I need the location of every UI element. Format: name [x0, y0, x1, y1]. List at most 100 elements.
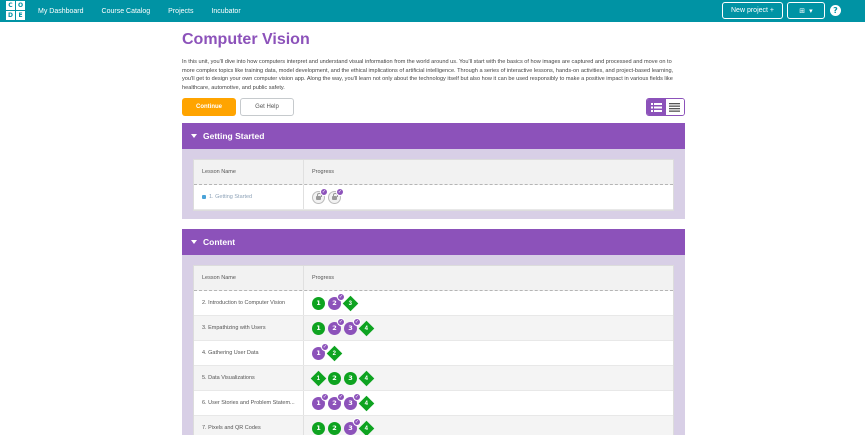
level-number: 2: [332, 350, 337, 356]
logo-letter: O: [16, 1, 25, 10]
check-icon: ✓: [337, 317, 345, 326]
chevron-down-icon: ▾: [809, 6, 813, 15]
table-row: 6. User Stories and Problem Statem... 1 ✓…: [194, 391, 673, 416]
level-bubble[interactable]: 3 ✓: [344, 392, 361, 410]
level-number: 2: [332, 299, 337, 307]
lesson-link[interactable]: 4. Gathering User Data: [194, 341, 304, 365]
code-logo[interactable]: C O D E: [6, 1, 25, 20]
lesson-link[interactable]: 3. Empathizing with Users: [194, 316, 304, 340]
level-number: 4: [364, 400, 369, 406]
level-number: 3: [348, 399, 353, 407]
level-number: 4: [364, 425, 369, 431]
column-header-lesson: Lesson Name: [194, 266, 304, 290]
top-nav-bar: C O D E My Dashboard Course Catalog Proj…: [0, 0, 865, 22]
table-row: 5. Data Visualizations 1 2 3 4: [194, 366, 673, 391]
logo-letter: C: [6, 1, 15, 10]
level-number: 1: [316, 399, 321, 407]
unit-description: In this unit, you'll dive into how compu…: [182, 59, 674, 91]
check-icon: ✓: [353, 392, 361, 401]
section-title: Getting Started: [203, 131, 265, 141]
table-row: 1. Getting Started ✓ ✓: [194, 185, 673, 210]
level-bubble[interactable]: 1: [312, 296, 325, 310]
assessment-diamond[interactable]: 4: [358, 420, 375, 435]
section-content: Content Lesson Name Progress 2. Introduc…: [182, 229, 685, 435]
apps-grid-icon: ⊞: [799, 6, 806, 15]
table-row: 3. Empathizing with Users 1 2 ✓ 3 ✓ 4: [194, 316, 673, 341]
check-icon: ✓: [321, 342, 329, 351]
section-getting-started: Getting Started Lesson Name Progress 1. …: [182, 123, 685, 219]
table-row: 4. Gathering User Data 1 ✓ 2: [194, 341, 673, 366]
nav-incubator[interactable]: Incubator: [211, 8, 240, 15]
level-bubble[interactable]: 1 ✓: [312, 342, 329, 360]
lesson-table: Lesson Name Progress 2. Introduction to …: [193, 265, 674, 435]
level-bubble[interactable]: 1 ✓: [312, 392, 329, 410]
continue-button[interactable]: Continue: [182, 98, 236, 116]
lesson-link[interactable]: 6. User Stories and Problem Statem...: [194, 391, 304, 415]
level-number: 3: [348, 424, 353, 432]
assessment-diamond[interactable]: 2: [326, 345, 343, 361]
caret-down-icon: [191, 240, 197, 244]
level-number: 2: [332, 399, 337, 407]
check-icon: ✓: [320, 187, 328, 196]
summary-view-button[interactable]: [665, 99, 684, 115]
lesson-link[interactable]: 2. Introduction to Computer Vision: [194, 291, 304, 315]
level-bubble[interactable]: 3 ✓: [344, 317, 361, 335]
check-icon: ✓: [337, 292, 345, 301]
assessment-diamond[interactable]: 4: [358, 370, 375, 386]
level-bubble[interactable]: 3 ✓: [344, 417, 361, 435]
nav-links: My Dashboard Course Catalog Projects Inc…: [38, 0, 259, 22]
help-icon[interactable]: ?: [830, 5, 841, 16]
assessment-diamond[interactable]: 1: [310, 370, 327, 386]
lock-icon: [316, 193, 322, 200]
table-header-row: Lesson Name Progress: [194, 266, 673, 291]
table-header-row: Lesson Name Progress: [194, 160, 673, 185]
column-header-progress: Progress: [312, 169, 335, 175]
check-icon: ✓: [353, 317, 361, 326]
level-number: 2: [332, 324, 337, 332]
locked-level-bubble[interactable]: ✓: [328, 187, 344, 204]
level-number: 3: [348, 300, 353, 306]
lesson-link[interactable]: 5. Data Visualizations: [194, 366, 304, 390]
level-number: 1: [316, 375, 321, 381]
level-bubble[interactable]: 2: [328, 371, 341, 385]
level-number: 4: [364, 325, 369, 331]
level-bubble[interactable]: 2 ✓: [328, 292, 345, 310]
check-icon: ✓: [353, 417, 361, 426]
nav-projects[interactable]: Projects: [168, 8, 193, 15]
column-header-progress: Progress: [312, 275, 335, 281]
get-help-button[interactable]: Get Help: [240, 98, 294, 116]
lock-icon: [202, 195, 206, 199]
level-bubble[interactable]: 2 ✓: [328, 317, 345, 335]
check-icon: ✓: [337, 392, 345, 401]
new-project-button[interactable]: New project +: [722, 2, 783, 19]
list-detail-icon: [650, 102, 662, 112]
level-bubble[interactable]: 1: [312, 321, 325, 335]
detail-view-button[interactable]: [647, 99, 666, 115]
assessment-diamond[interactable]: 3: [342, 295, 359, 311]
lesson-link[interactable]: 7. Pixels and QR Codes: [194, 416, 304, 435]
check-icon: ✓: [321, 392, 329, 401]
unit-title: Computer Vision: [182, 31, 310, 48]
level-number: 3: [348, 324, 353, 332]
nav-my-dashboard[interactable]: My Dashboard: [38, 8, 84, 15]
assessment-diamond[interactable]: 4: [358, 320, 375, 336]
level-bubble[interactable]: 2 ✓: [328, 392, 345, 410]
level-bubble[interactable]: 1: [312, 421, 325, 435]
level-number: 1: [316, 349, 321, 357]
assessment-diamond[interactable]: 4: [358, 395, 375, 411]
lesson-table: Lesson Name Progress 1. Getting Started …: [193, 159, 674, 211]
view-toggle: [646, 98, 685, 116]
locked-level-bubble[interactable]: ✓: [312, 187, 328, 204]
lesson-link[interactable]: 1. Getting Started: [209, 194, 252, 200]
level-number: 4: [364, 375, 369, 381]
apps-menu-button[interactable]: ⊞ ▾: [787, 2, 825, 19]
logo-letter: D: [6, 11, 15, 20]
nav-course-catalog[interactable]: Course Catalog: [102, 8, 151, 15]
level-bubble[interactable]: 2: [328, 421, 341, 435]
logo-letter: E: [16, 11, 25, 20]
section-header[interactable]: Getting Started: [182, 123, 685, 149]
level-bubble[interactable]: 3: [344, 371, 357, 385]
section-header[interactable]: Content: [182, 229, 685, 255]
section-title: Content: [203, 237, 236, 247]
lock-icon: [332, 193, 338, 200]
